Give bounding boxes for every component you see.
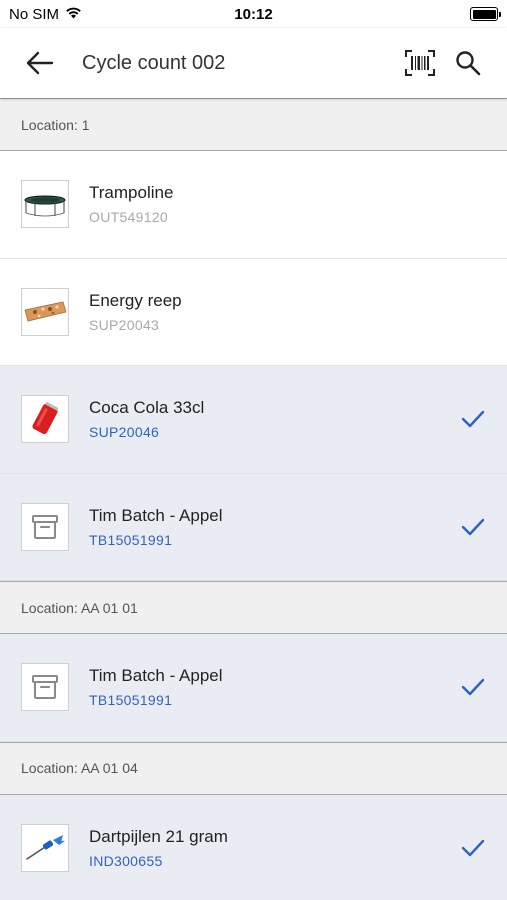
item-name: Tim Batch - Appel [89, 505, 223, 525]
product-thumbnail [21, 287, 69, 336]
page-title: Cycle count 002 [82, 51, 226, 74]
product-thumbnail [21, 502, 69, 551]
list-item[interactable]: Energy reep SUP20043 [0, 258, 507, 366]
trampoline-image [24, 195, 66, 217]
counted-check [447, 678, 507, 696]
status-bar: No SIM 10:12 [0, 0, 507, 28]
energy-bar-image [24, 301, 67, 322]
item-name: Coca Cola 33cl [89, 398, 205, 418]
item-name: Trampoline [89, 183, 174, 203]
barcode-scan-icon [405, 50, 435, 76]
item-code: TB15051991 [89, 531, 173, 548]
item-name: Tim Batch - Appel [89, 666, 223, 686]
item-text: Energy reep SUP20043 [89, 291, 507, 333]
item-code: OUT549120 [89, 209, 168, 226]
item-text: Tim Batch - Appel TB15051991 [89, 506, 447, 548]
list-item[interactable]: Coca Cola 33cl SUP20046 [0, 366, 507, 474]
item-name: Energy reep [89, 290, 182, 310]
product-thumbnail [21, 823, 69, 872]
back-button[interactable] [0, 28, 80, 98]
item-text: Tim Batch - Appel TB15051991 [89, 666, 447, 708]
checkmark-icon [461, 411, 485, 428]
location-header: Location: AA 01 01 [0, 581, 507, 634]
app-bar: Cycle count 002 [0, 28, 507, 98]
product-thumbnail [21, 663, 69, 712]
counted-check [447, 839, 507, 857]
checkmark-icon [461, 839, 485, 856]
location-header: Location: 1 [0, 98, 507, 151]
archive-box-icon [32, 514, 58, 539]
archive-box-icon [32, 675, 58, 700]
wifi-icon [65, 6, 82, 23]
product-thumbnail [21, 180, 69, 229]
item-code: SUP20046 [89, 424, 160, 441]
item-name: Dartpijlen 21 gram [89, 826, 228, 846]
battery-fill [472, 9, 496, 19]
item-code: SUP20043 [89, 316, 160, 333]
item-text: Coca Cola 33cl SUP20046 [89, 398, 447, 440]
status-left: No SIM [9, 6, 82, 23]
app-actions [403, 46, 507, 80]
item-text: Dartpijlen 21 gram IND300655 [89, 827, 447, 869]
item-code: TB15051991 [89, 692, 173, 709]
checkmark-icon [461, 518, 485, 535]
checkmark-icon [461, 679, 485, 696]
dart-image [26, 834, 65, 860]
list-item[interactable]: Tim Batch - Appel TB15051991 [0, 473, 507, 581]
cycle-count-list[interactable]: Location: 1 Trampoline OUT549120 Energy … [0, 98, 507, 900]
list-item[interactable]: Trampoline OUT549120 [0, 151, 507, 259]
item-text: Trampoline OUT549120 [89, 183, 507, 225]
item-code: IND300655 [89, 852, 163, 869]
battery-icon [470, 7, 501, 21]
cola-can-image [32, 402, 59, 435]
counted-check [447, 410, 507, 428]
arrow-left-icon [26, 51, 54, 75]
counted-check [447, 518, 507, 536]
product-thumbnail [21, 395, 69, 444]
search-button[interactable] [451, 46, 485, 80]
barcode-scan-button[interactable] [403, 46, 437, 80]
search-icon [456, 51, 481, 76]
list-item[interactable]: Dartpijlen 21 gram IND300655 [0, 794, 507, 900]
carrier-label: No SIM [9, 5, 60, 23]
list-item[interactable]: Tim Batch - Appel TB15051991 [0, 634, 507, 742]
location-header: Location: AA 01 04 [0, 741, 507, 795]
